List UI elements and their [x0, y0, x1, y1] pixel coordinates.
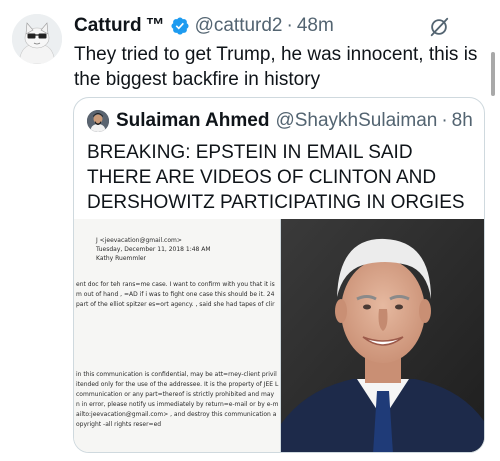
doc-line: communication or any part=thereof is str…: [76, 391, 275, 398]
quoted-author-handle[interactable]: @ShaykhSulaiman: [275, 110, 437, 132]
email-document-image[interactable]: J <jeevacation@gmail.com> Tuesday, Decem…: [74, 219, 281, 452]
tweet-time[interactable]: 48m: [297, 15, 334, 37]
quoted-tweet[interactable]: Sulaiman Ahmed @ShaykhSulaiman · 8h BREA…: [73, 97, 485, 453]
doc-line: part of the elliot spitzer es=ort agency…: [76, 301, 275, 308]
tweet-text: They tried to get Trump, he was innocent…: [74, 44, 478, 90]
trademark-symbol: ™: [145, 15, 165, 36]
doc-line: opyright -all rights reser=ed: [76, 421, 162, 428]
scrollbar[interactable]: [491, 52, 495, 96]
grok-icon[interactable]: [428, 16, 450, 38]
quoted-author-name[interactable]: Sulaiman Ahmed: [116, 110, 269, 132]
doc-line: J <jeevacation@gmail.com>: [96, 237, 182, 244]
portrait-photo[interactable]: [281, 219, 484, 452]
doc-line: in this communication is confidential, m…: [76, 371, 277, 378]
tweet-header: Catturd ™ @catturd2 · 48m: [74, 14, 334, 38]
author-handle[interactable]: @catturd2: [195, 15, 283, 37]
quoted-tweet-time[interactable]: 8h: [452, 110, 473, 132]
quoted-tweet-header: Sulaiman Ahmed @ShaykhSulaiman · 8h: [116, 110, 473, 132]
quoted-media: J <jeevacation@gmail.com> Tuesday, Decem…: [74, 219, 484, 452]
doc-line: Kathy Ruemmler: [96, 255, 147, 262]
quoted-author-avatar[interactable]: [87, 110, 109, 132]
verified-badge-icon: [171, 17, 189, 35]
doc-line: n in error, please notify us immediately…: [76, 401, 279, 408]
doc-line: Tuesday, December 11, 2018 1:48 AM: [96, 246, 211, 253]
doc-line: ailto:jeevacation@gmail.com> , and destr…: [76, 411, 277, 418]
doc-line: itended only for the use of the addresse…: [76, 381, 279, 388]
author-name[interactable]: Catturd: [74, 15, 142, 37]
author-avatar[interactable]: [12, 14, 62, 64]
doc-line: ent doc for teh rans=me case. I want to …: [76, 281, 275, 288]
separator-dot: ·: [286, 15, 293, 36]
separator-dot: ·: [441, 110, 448, 131]
quoted-tweet-text: BREAKING: EPSTEIN IN EMAIL SAID THERE AR…: [87, 142, 465, 213]
doc-line: m out of hand , =AD if i was to fight on…: [76, 291, 275, 298]
